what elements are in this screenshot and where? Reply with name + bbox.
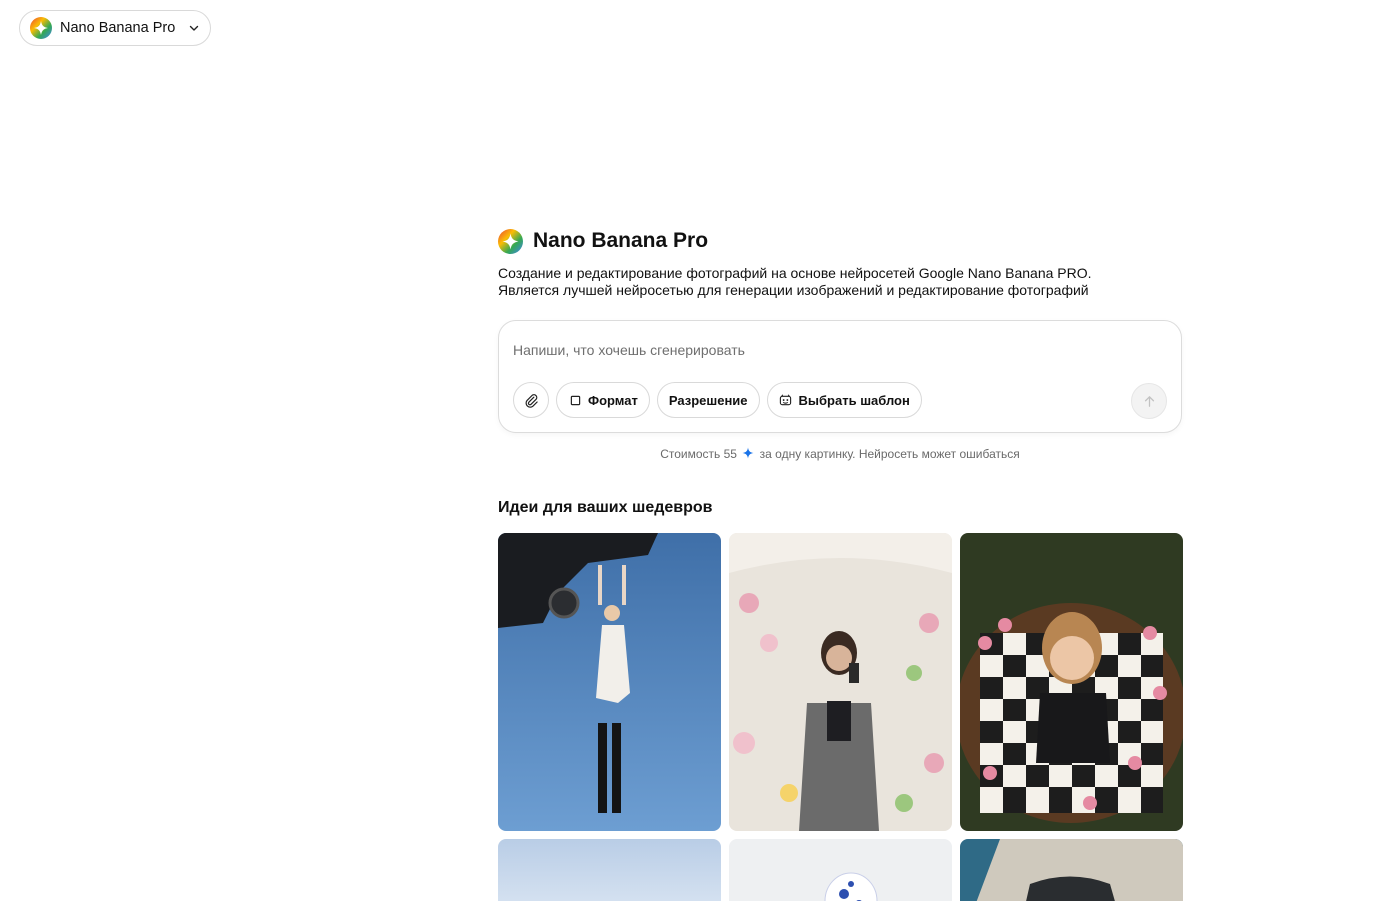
idea-card-6[interactable] xyxy=(960,839,1183,901)
photo-woman-hanging-from-car xyxy=(498,533,721,831)
photo-woman-mirror-selfie-flowers xyxy=(729,533,952,831)
idea-card-5[interactable] xyxy=(729,839,952,901)
prompt-toolbar: Формат Разрешение Выбрать шаблон xyxy=(513,382,922,418)
prompt-box: Формат Разрешение Выбрать шаблон xyxy=(498,320,1182,433)
paperclip-icon xyxy=(525,393,538,408)
idea-card-3[interactable] xyxy=(960,533,1183,831)
chevron-down-icon xyxy=(188,22,200,34)
sparkle-icon xyxy=(742,447,754,459)
ideas-section-title: Идеи для ваших шедевров xyxy=(498,499,713,516)
cost-suffix: за одну картинку. Нейросеть может ошибат… xyxy=(759,447,1020,461)
idea-card-2[interactable] xyxy=(729,533,952,831)
choose-template-button[interactable]: Выбрать шаблон xyxy=(766,382,922,418)
idea-card-1[interactable] xyxy=(498,533,721,831)
description-line-2: Является лучшей нейросетью для генерации… xyxy=(498,282,1089,298)
ideas-grid xyxy=(498,533,1183,901)
page-description: Создание и редактирование фотографий на … xyxy=(498,265,1182,299)
cost-prefix: Стоимость 55 xyxy=(660,447,737,461)
resolution-button-label: Разрешение xyxy=(668,392,748,408)
page-header: Nano Banana Pro xyxy=(498,228,1182,254)
format-button[interactable]: Формат xyxy=(556,382,650,418)
attach-button[interactable] xyxy=(513,382,549,418)
photo-sky-snow xyxy=(498,839,721,901)
send-button[interactable] xyxy=(1131,383,1167,419)
main-content: Nano Banana Pro Создание и редактировани… xyxy=(498,228,1183,901)
square-icon xyxy=(568,393,582,407)
photo-porcelain-object xyxy=(729,839,952,901)
page-title: Nano Banana Pro xyxy=(533,229,709,252)
model-selector-label: Nano Banana Pro xyxy=(60,20,176,36)
idea-card-4[interactable] xyxy=(498,839,721,901)
nano-banana-logo-icon xyxy=(498,228,523,254)
photo-woman-chessboard xyxy=(960,533,1183,831)
prompt-input[interactable] xyxy=(513,339,1113,361)
model-selector[interactable]: Nano Banana Pro xyxy=(19,10,211,46)
resolution-button[interactable]: Разрешение xyxy=(656,382,760,418)
description-line-1: Создание и редактирование фотографий на … xyxy=(498,265,1092,281)
arrow-up-icon xyxy=(1144,395,1154,407)
choose-template-button-label: Выбрать шаблон xyxy=(798,392,910,408)
photo-car-on-pier xyxy=(960,839,1183,901)
format-button-label: Формат xyxy=(588,392,638,408)
nano-banana-logo-icon xyxy=(30,17,52,39)
template-icon xyxy=(779,393,793,407)
cost-note: Стоимость 55 за одну картинку. Нейросеть… xyxy=(498,447,1182,461)
